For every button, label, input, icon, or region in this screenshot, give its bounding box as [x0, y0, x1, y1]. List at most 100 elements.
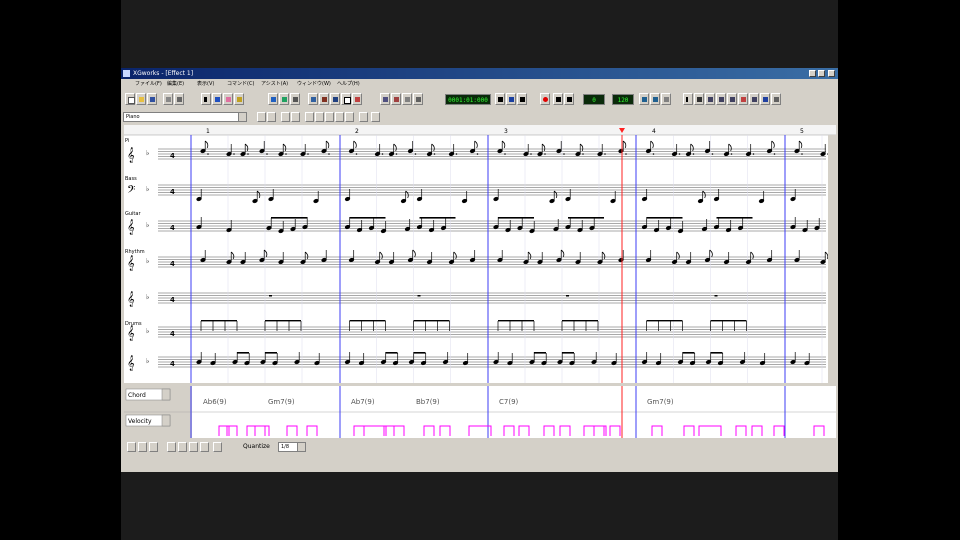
sync-button[interactable] [661, 93, 671, 105]
menu-view[interactable]: 表示(V) [197, 79, 214, 89]
chord-label[interactable]: Bb7(9) [416, 398, 440, 406]
select-tool-icon[interactable] [167, 442, 176, 452]
note-beam [201, 320, 237, 322]
note-length-button-3[interactable] [325, 112, 334, 122]
note-dot [266, 153, 268, 155]
note-flag [453, 251, 457, 260]
tool-button-h[interactable] [727, 93, 737, 105]
print-button[interactable] [163, 93, 173, 105]
pencil-tool-icon[interactable] [138, 442, 147, 452]
tool-button-l[interactable] [771, 93, 781, 105]
note-length-button-2[interactable] [315, 112, 324, 122]
tool-button-e[interactable] [694, 93, 704, 105]
chevron-down-icon[interactable] [297, 443, 305, 451]
chord-label[interactable]: C7(9) [499, 398, 519, 406]
chord-label[interactable]: Gm7(9) [647, 398, 674, 406]
menu-assist[interactable]: アシスト(A) [261, 79, 288, 89]
view-button-1[interactable] [257, 112, 266, 122]
tool-button-c[interactable] [402, 93, 412, 105]
note-length-button-4[interactable] [335, 112, 344, 122]
cut-button[interactable] [174, 93, 184, 105]
rewind-button[interactable] [495, 93, 505, 105]
event-list-button[interactable] [290, 93, 300, 105]
metronome-button[interactable] [352, 93, 362, 105]
score-view[interactable]: 1 2 3 4 5 𝄞 ♭ 4 𝄢 ♭ 4 𝄞 ♭ 4 𝄞 ♭ 4 𝄞 ♭ 4 𝄞 ♭ 4 𝄞 ♭ 4 Pi Bass … [124, 125, 836, 383]
pointer-tool-icon[interactable] [127, 442, 136, 452]
track-select[interactable]: Piano [123, 112, 247, 122]
tool-button-b[interactable] [391, 93, 401, 105]
tool-button-f[interactable] [705, 93, 715, 105]
eraser-tool-icon[interactable] [223, 93, 233, 105]
piano-roll-button[interactable] [279, 93, 289, 105]
note-dot [652, 153, 655, 155]
grid-button-2[interactable] [371, 112, 380, 122]
note-length-button-5[interactable] [345, 112, 354, 122]
pointer-tool-icon[interactable] [201, 93, 211, 105]
note-beam [265, 320, 301, 322]
tool-button-j[interactable] [749, 93, 759, 105]
tool-button-i[interactable] [738, 93, 748, 105]
staff-label: Drums [125, 321, 142, 327]
rest [417, 295, 421, 297]
open-file-button[interactable] [136, 93, 146, 105]
fast-forward-button[interactable] [553, 93, 563, 105]
note-beam [498, 320, 534, 322]
record-button[interactable] [540, 93, 550, 105]
chord-label[interactable]: Ab6(9) [203, 398, 227, 406]
grid-button[interactable] [359, 112, 368, 122]
draw-tool-icon[interactable] [178, 442, 187, 452]
note-flag [527, 251, 532, 260]
new-file-button[interactable] [125, 93, 135, 105]
menu-file[interactable]: ファイル(F) [135, 79, 162, 89]
note-flag [579, 143, 584, 152]
view-button-3[interactable] [281, 112, 290, 122]
chevron-down-icon[interactable] [161, 388, 171, 401]
tool-button-d[interactable] [413, 93, 423, 105]
key-signature: ♭ [146, 357, 149, 365]
velocity-bar [813, 425, 825, 436]
tool-button-a[interactable] [380, 93, 390, 105]
curve-tool-icon[interactable] [189, 442, 198, 452]
chord-label[interactable]: Ab7(9) [351, 398, 375, 406]
velocity-bars[interactable] [218, 425, 825, 436]
lane-select-1-value: Chord [128, 392, 146, 399]
note-length-button-1[interactable] [305, 112, 314, 122]
quantize-select[interactable]: 1/8 [278, 442, 306, 452]
time-signature: 4 [170, 224, 175, 232]
score-vertical-scrollbar[interactable] [828, 135, 836, 383]
score-view-button[interactable] [268, 93, 278, 105]
tool-button-k[interactable] [760, 93, 770, 105]
stop-button[interactable] [506, 93, 516, 105]
view-button-4[interactable] [291, 112, 300, 122]
note-dot [395, 153, 398, 155]
menu-help[interactable]: ヘルプ(H) [337, 79, 360, 89]
chevron-down-icon[interactable] [238, 113, 246, 121]
minimize-button[interactable] [809, 70, 816, 77]
barlines [190, 135, 823, 383]
keyboard-button[interactable] [341, 93, 351, 105]
zoom-tool-icon[interactable] [234, 93, 244, 105]
menu-command[interactable]: コマンド(C) [227, 79, 254, 89]
erase-tool-icon[interactable] [200, 442, 209, 452]
note-input-icon[interactable] [683, 93, 693, 105]
chord-label[interactable]: Gm7(9) [268, 398, 295, 406]
pencil-tool-icon[interactable] [212, 93, 222, 105]
save-file-button[interactable] [147, 93, 157, 105]
style-button[interactable] [319, 93, 329, 105]
play-button[interactable] [517, 93, 527, 105]
punch-button[interactable] [650, 93, 660, 105]
velocity-bar [306, 425, 318, 436]
menu-edit[interactable]: 編集(E) [167, 79, 184, 89]
chevron-down-icon[interactable] [161, 414, 171, 427]
track-view-button[interactable] [330, 93, 340, 105]
mixer-button[interactable] [308, 93, 318, 105]
tool-button-g[interactable] [716, 93, 726, 105]
maximize-button[interactable] [818, 70, 825, 77]
skip-end-button[interactable] [564, 93, 574, 105]
close-button[interactable] [828, 70, 835, 77]
fill-tool-icon[interactable] [213, 442, 222, 452]
view-button-2[interactable] [267, 112, 276, 122]
loop-button[interactable] [639, 93, 649, 105]
menu-window[interactable]: ウィンドウ(W) [297, 79, 331, 89]
line-tool-icon[interactable] [149, 442, 158, 452]
